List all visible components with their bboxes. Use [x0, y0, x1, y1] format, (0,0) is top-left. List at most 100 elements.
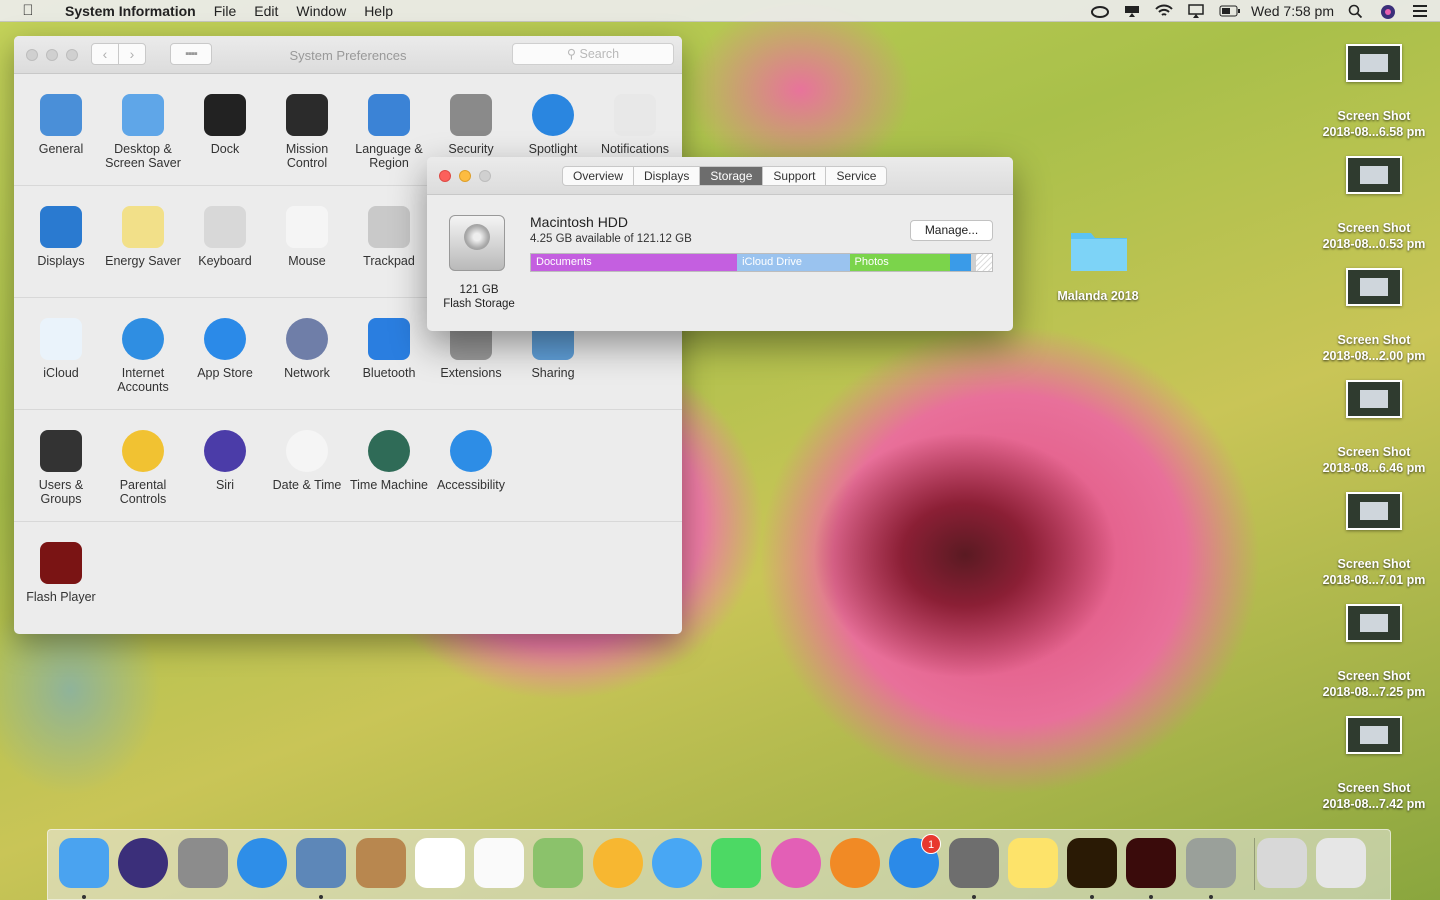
system-preferences-icon[interactable]	[948, 838, 999, 888]
zoom-button[interactable]	[479, 170, 491, 182]
flag-icon	[368, 94, 410, 136]
pref-pane-siri[interactable]: Siri	[184, 430, 266, 492]
creative-cloud-icon[interactable]	[1090, 4, 1109, 18]
pref-pane-general[interactable]: General	[20, 94, 102, 156]
itunes-icon[interactable]	[770, 838, 821, 888]
control-center-icon[interactable]	[1412, 4, 1430, 18]
pref-pane-desktop[interactable]: Desktop & Screen Saver	[102, 94, 184, 170]
edit-menu[interactable]: Edit	[245, 3, 287, 19]
desktop-screenshot-file[interactable]: Screen Shot 2018-08...0.53 pm	[1309, 156, 1439, 252]
spotlight-icon	[532, 94, 574, 136]
file-name-line2: 2018-08...0.53 pm	[1322, 237, 1426, 251]
reminders-icon[interactable]	[474, 838, 525, 888]
wifi-icon[interactable]	[1155, 4, 1173, 18]
screenshot-thumbnail-icon	[1346, 380, 1402, 418]
launchpad-icon[interactable]	[177, 838, 228, 888]
storage-segment	[970, 254, 976, 271]
desktop-screenshot-file[interactable]: Screen Shot 2018-08...7.42 pm	[1309, 716, 1439, 812]
trash-icon[interactable]	[1316, 838, 1367, 888]
safari-icon[interactable]	[236, 838, 287, 888]
pref-pane-displays[interactable]: Displays	[20, 206, 102, 268]
pref-pane-clock[interactable]: Date & Time	[266, 430, 348, 492]
apple-menu-icon[interactable]: 	[0, 2, 56, 19]
pref-pane-accessibility[interactable]: Accessibility	[430, 430, 512, 492]
manage-button[interactable]: Manage...	[910, 220, 993, 241]
tab-support[interactable]: Support	[763, 167, 827, 185]
system-preferences-window: ‹ › ▪▪▪▪ System Preferences ⚲ Search Gen…	[14, 36, 682, 634]
desktop-screenshot-file[interactable]: Screen Shot 2018-08...7.01 pm	[1309, 492, 1439, 588]
notes-icon[interactable]	[1007, 838, 1058, 888]
pref-pane-bluetooth[interactable]: Bluetooth	[348, 318, 430, 380]
battery-icon[interactable]	[1219, 4, 1240, 18]
folder-icon[interactable]	[1069, 225, 1129, 273]
pref-pane-parental[interactable]: Parental Controls	[102, 430, 184, 506]
file-menu[interactable]: File	[205, 3, 246, 19]
finder-icon[interactable]	[59, 838, 109, 888]
time-machine-icon	[368, 430, 410, 472]
window-menu[interactable]: Window	[287, 3, 355, 19]
pref-pane-bulb[interactable]: Energy Saver	[102, 206, 184, 268]
pref-pane-keyboard[interactable]: Keyboard	[184, 206, 266, 268]
help-menu[interactable]: Help	[355, 3, 402, 19]
folder-label[interactable]: Malanda 2018	[1033, 288, 1163, 304]
preview-icon[interactable]	[296, 838, 347, 888]
bridge-icon[interactable]	[1067, 838, 1118, 888]
calendar-icon[interactable]	[414, 838, 465, 888]
desktop-screenshot-file[interactable]: Screen Shot 2018-08...2.00 pm	[1309, 268, 1439, 364]
pref-pane-time-machine[interactable]: Time Machine	[348, 430, 430, 492]
siri-icon[interactable]	[118, 838, 169, 888]
app-menu[interactable]: System Information	[56, 3, 205, 19]
pref-pane-app-store[interactable]: App Store	[184, 318, 266, 380]
pref-pane-users[interactable]: Users & Groups	[20, 430, 102, 506]
photos-icon[interactable]	[592, 838, 643, 888]
storage-segment	[950, 254, 971, 271]
desktop-screenshot-file[interactable]: Screen Shot 2018-08...6.46 pm	[1309, 380, 1439, 476]
ibooks-icon[interactable]	[829, 838, 880, 888]
maps-icon[interactable]	[533, 838, 584, 888]
siri-icon[interactable]	[1380, 4, 1398, 19]
desktop-screenshot-file[interactable]: Screen Shot 2018-08...7.25 pm	[1309, 604, 1439, 700]
tab-overview[interactable]: Overview	[563, 167, 635, 185]
clock-icon	[286, 430, 328, 472]
file-name-line1: Screen Shot	[1337, 333, 1411, 347]
airplay-display-icon[interactable]	[1187, 4, 1205, 18]
close-button[interactable]	[439, 170, 451, 182]
downloads-stack-icon[interactable]	[1257, 838, 1307, 888]
messages-icon[interactable]	[652, 838, 702, 888]
system-information-icon[interactable]	[1185, 838, 1236, 888]
acrobat-icon[interactable]	[1126, 838, 1177, 888]
pref-pane-security[interactable]: Security	[430, 94, 512, 156]
contacts-icon[interactable]	[355, 838, 406, 888]
pref-pane-label: Language & Region	[355, 142, 423, 170]
pref-pane-label: Parental Controls	[119, 478, 167, 506]
pref-pane-network[interactable]: Network	[266, 318, 348, 380]
desktop-screenshot-file[interactable]: Screen Shot 2018-08...6.58 pm	[1309, 44, 1439, 140]
pref-pane-mission-control[interactable]: Mission Control	[266, 94, 348, 170]
bluetooth-icon	[368, 318, 410, 360]
airplay-icon[interactable]	[1123, 4, 1141, 18]
pref-pane-label: Dock	[210, 142, 240, 156]
pref-pane-label: Date & Time	[272, 478, 342, 492]
clock-text[interactable]: Wed 7:58 pm	[1251, 3, 1334, 19]
tab-storage[interactable]: Storage	[700, 167, 764, 185]
pref-pane-flag[interactable]: Language & Region	[348, 94, 430, 170]
pref-pane-trackpad[interactable]: Trackpad	[348, 206, 430, 268]
pref-pane-spotlight[interactable]: Spotlight	[512, 94, 594, 156]
pref-pane-notifications[interactable]: Notifications	[594, 94, 676, 156]
pref-pane-mouse[interactable]: Mouse	[266, 206, 348, 268]
facetime-icon[interactable]	[711, 838, 762, 888]
spotlight-icon[interactable]	[1348, 4, 1366, 19]
running-indicator	[319, 895, 324, 899]
tab-service[interactable]: Service	[826, 167, 886, 185]
menu-bar:  System Information File Edit Window He…	[0, 0, 1440, 22]
pref-pane-dock[interactable]: Dock	[184, 94, 266, 156]
search-field[interactable]: ⚲ Search	[512, 43, 674, 65]
pref-pane-icloud[interactable]: iCloud	[20, 318, 102, 380]
desktop-icon	[122, 94, 164, 136]
minimize-button[interactable]	[459, 170, 471, 182]
tab-displays[interactable]: Displays	[634, 167, 701, 185]
security-icon	[450, 94, 492, 136]
pref-pane-label: Users & Groups	[38, 478, 84, 506]
pref-pane-flash[interactable]: Flash Player	[20, 542, 102, 604]
pref-pane-at[interactable]: Internet Accounts	[102, 318, 184, 394]
